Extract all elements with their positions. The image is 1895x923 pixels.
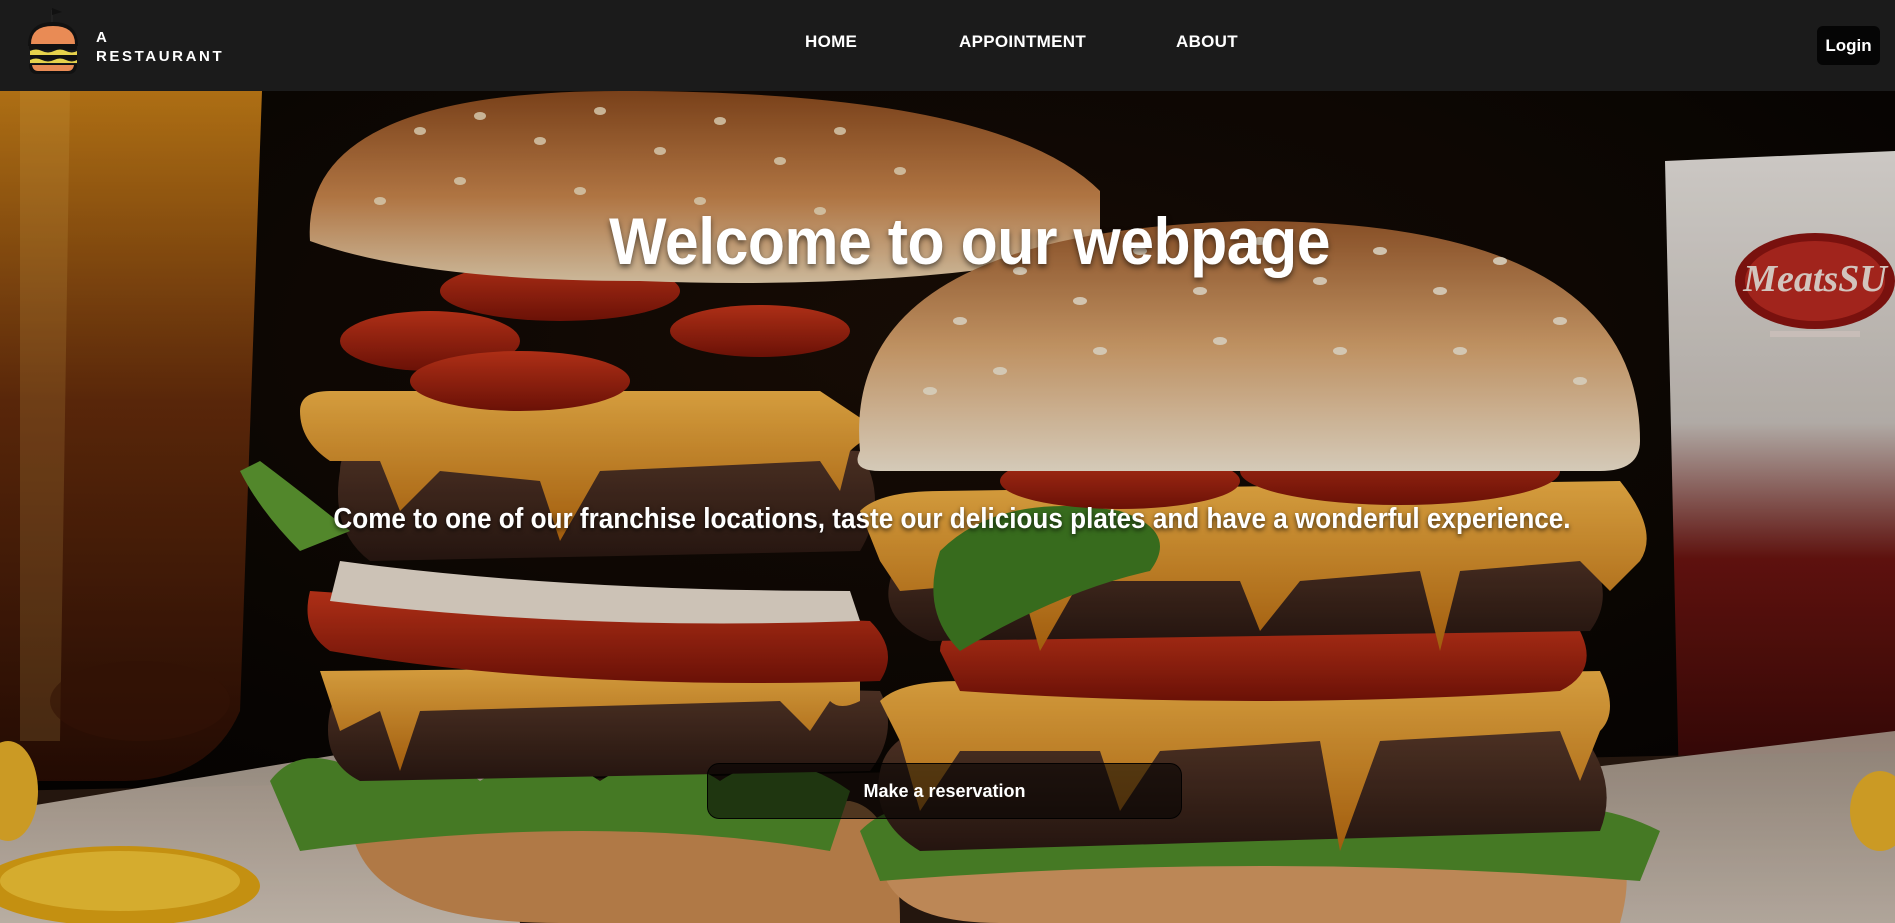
hero-subtitle: Come to one of our franchise locations, … [333, 503, 1571, 535]
login-button[interactable]: Login [1817, 26, 1880, 65]
make-reservation-button[interactable]: Make a reservation [707, 763, 1182, 819]
nav-home-link[interactable]: HOME [805, 32, 857, 52]
hero-section: MeatsSU Welcome to our webpage Come to o… [0, 91, 1895, 923]
nav-about-link[interactable]: ABOUT [1176, 32, 1238, 52]
main-nav: HOME APPOINTMENT ABOUT [0, 32, 1895, 60]
top-navigation-bar: A RESTAURANT HOME APPOINTMENT ABOUT Logi… [0, 0, 1895, 91]
nav-appointment-link[interactable]: APPOINTMENT [959, 32, 1086, 52]
hero-title: Welcome to our webpage [609, 204, 1331, 278]
